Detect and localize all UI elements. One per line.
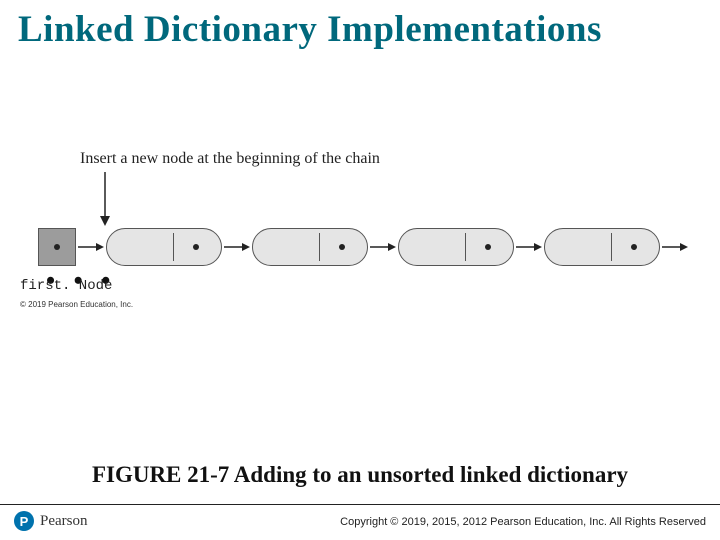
chain-node [398, 228, 514, 266]
figure-copyright: © 2019 Pearson Education, Inc. [20, 300, 133, 309]
chain-node [544, 228, 660, 266]
publisher-name: Pearson [40, 513, 88, 530]
figure-area: Insert a new node at the beginning of th… [20, 150, 700, 330]
head-reference-box [38, 228, 76, 266]
link-arrow-icon [370, 240, 396, 254]
link-arrow-icon [78, 240, 104, 254]
link-arrow-icon [516, 240, 542, 254]
chain-node [252, 228, 368, 266]
reference-dot-icon [54, 244, 60, 250]
reference-dot-icon [339, 244, 345, 250]
arrow-down-icon [98, 172, 112, 226]
insert-annotation: Insert a new node at the beginning of th… [80, 150, 380, 168]
pearson-badge-icon: P [14, 511, 34, 531]
figure-caption: FIGURE 21-7 Adding to an unsorted linked… [0, 462, 720, 488]
slide-title: Linked Dictionary Implementations [18, 8, 702, 51]
linked-chain: • • • [38, 228, 690, 272]
publisher-logo: P Pearson [14, 511, 88, 531]
link-arrow-icon [224, 240, 250, 254]
reference-dot-icon [485, 244, 491, 250]
first-node-label: first. Node [20, 278, 112, 294]
reference-dot-icon [193, 244, 199, 250]
chain-node [106, 228, 222, 266]
slide: Linked Dictionary Implementations Insert… [0, 0, 720, 540]
footer: P Pearson Copyright © 2019, 2015, 2012 P… [0, 504, 720, 540]
link-arrow-icon [662, 240, 688, 254]
reference-dot-icon [631, 244, 637, 250]
copyright-text: Copyright © 2019, 2015, 2012 Pearson Edu… [340, 516, 706, 528]
